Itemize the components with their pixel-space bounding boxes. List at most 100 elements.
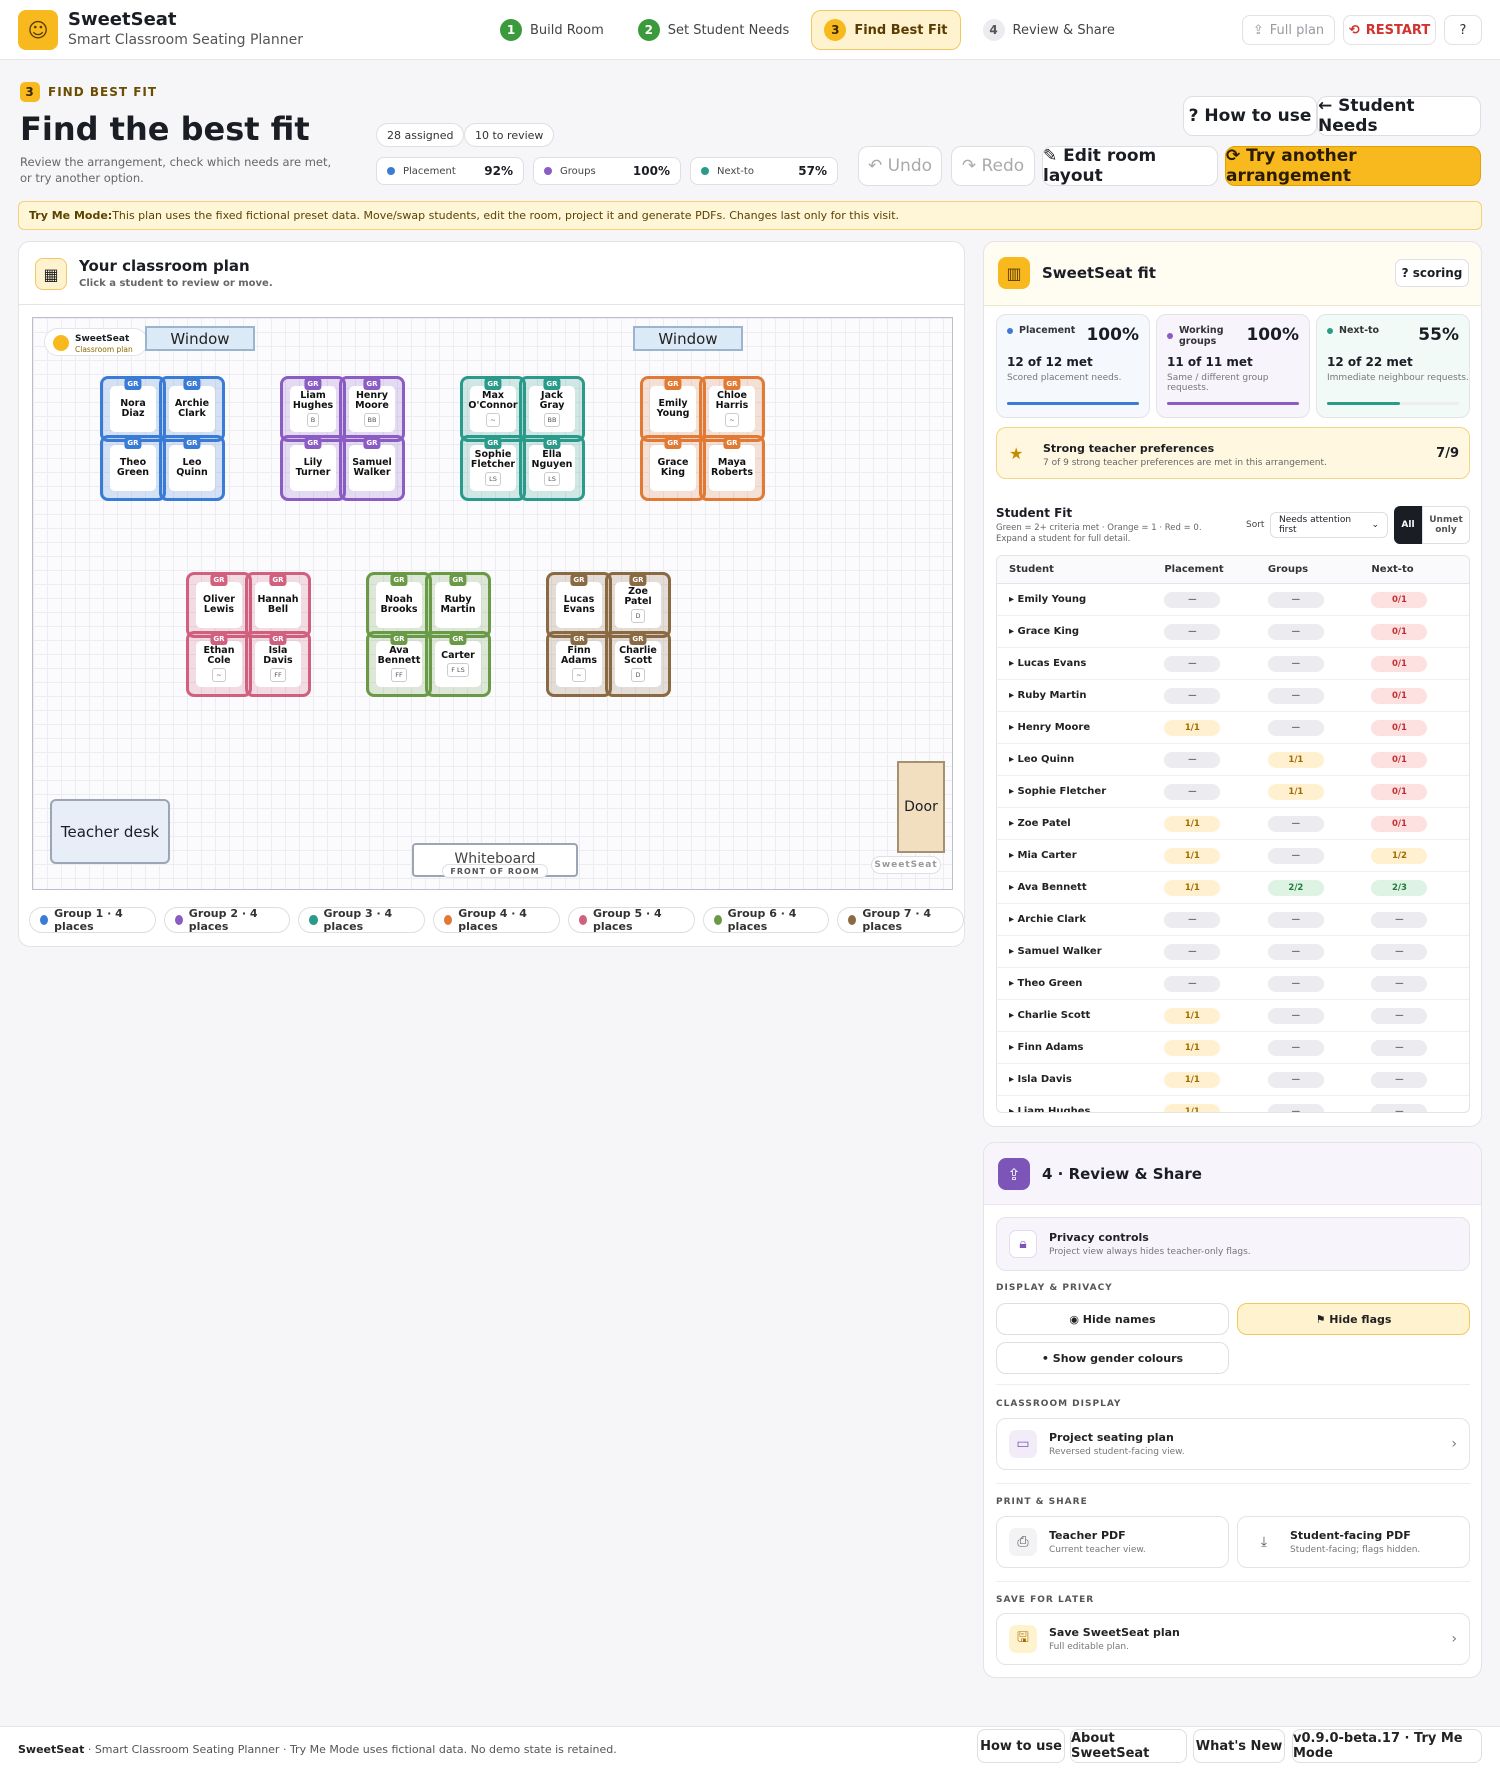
table-row[interactable]: ▸ Ava Bennett 1/1 2/2 2/3 <box>997 872 1469 904</box>
table-row[interactable]: ▸ Sophie Fletcher — 1/1 0/1 <box>997 776 1469 808</box>
student-name: Leo Quinn <box>176 457 208 478</box>
student-desk[interactable]: GR Ethan Cole ~ <box>186 631 252 697</box>
student-desk[interactable]: GR Jack Gray BB <box>519 376 585 442</box>
window-1[interactable]: Window <box>145 326 255 351</box>
hide-names-toggle[interactable]: ◉ Hide names <box>996 1303 1229 1335</box>
table-row[interactable]: ▸ Grace King — — 0/1 <box>997 616 1469 648</box>
share-title: 4 · Review & Share <box>1042 1165 1202 1183</box>
step-2[interactable]: 2 Set Student Needs <box>626 10 802 50</box>
teacher-pdf-button[interactable]: ⎙ Teacher PDF Current teacher view. <box>996 1516 1229 1568</box>
pref-description: 7 of 9 strong teacher preferences are me… <box>1043 458 1327 468</box>
student-desk[interactable]: GR Liam Hughes B <box>280 376 346 442</box>
full-plan-button[interactable]: ⇪ Full plan <box>1242 15 1335 45</box>
gender-colours-toggle[interactable]: • Show gender colours <box>996 1342 1229 1374</box>
legend-group-3[interactable]: Group 3 · 4 places <box>298 907 426 933</box>
door[interactable]: Door <box>897 761 945 853</box>
seat: GR Ella Nguyen LS <box>529 437 575 491</box>
footer-how-to-use-button[interactable]: How to use <box>977 1729 1065 1763</box>
student-pdf-button[interactable]: ⤓ Student-facing PDF Student-facing; fla… <box>1237 1516 1470 1568</box>
student-desk[interactable]: GR Chloe Harris ~ <box>699 376 765 442</box>
filter-all-button[interactable]: All <box>1394 506 1422 544</box>
student-desk[interactable]: GR Lucas Evans <box>546 572 612 638</box>
chevron-right-icon: › <box>1451 1631 1457 1647</box>
student-desk[interactable]: GR Noah Brooks <box>366 572 432 638</box>
table-row[interactable]: ▸ Mia Carter 1/1 — 1/2 <box>997 840 1469 872</box>
step-3[interactable]: 3 Find Best Fit <box>811 10 961 50</box>
legend-group-5[interactable]: Group 5 · 4 places <box>567 907 695 933</box>
sort-select[interactable]: Needs attention first ⌄ <box>1270 512 1388 538</box>
student-desk[interactable]: GR Isla Davis FF <box>245 631 311 697</box>
student-desk[interactable]: GR Charlie Scott D <box>605 631 671 697</box>
sweetseat-fit-card: ▥ SweetSeat fit ? scoring Placement 100% 1… <box>983 241 1482 1127</box>
footer-text: · Smart Classroom Seating Planner · Try … <box>84 1743 617 1756</box>
student-desk[interactable]: GR Ruby Martin <box>425 572 491 638</box>
classroom-grid[interactable]: SweetSeat Classroom plan Window Window T… <box>32 317 953 890</box>
student-desk[interactable]: GR Ella Nguyen LS <box>519 435 585 501</box>
legend-group-6[interactable]: Group 6 · 4 places <box>702 907 830 933</box>
redo-button[interactable]: ↷ Redo <box>951 146 1035 186</box>
table-row[interactable]: ▸ Isla Davis 1/1 — — <box>997 1064 1469 1096</box>
step-1[interactable]: 1 Build Room <box>488 10 616 50</box>
full-plan-label: Full plan <box>1269 22 1325 38</box>
scoring-button[interactable]: ? scoring <box>1395 259 1469 287</box>
footer-version-button[interactable]: v0.9.0-beta.17 · Try Me Mode <box>1292 1729 1482 1763</box>
student-desk[interactable]: GR Emily Young <box>640 376 706 442</box>
table-row[interactable]: ▸ Archie Clark — — — <box>997 904 1469 936</box>
student-desk[interactable]: GR Oliver Lewis <box>186 572 252 638</box>
window-2[interactable]: Window <box>633 326 743 351</box>
teacher-desk[interactable]: Teacher desk <box>50 799 170 864</box>
undo-button[interactable]: ↶ Undo <box>858 146 942 186</box>
table-row[interactable]: ▸ Samuel Walker — — — <box>997 936 1469 968</box>
legend-group-7[interactable]: Group 7 · 4 places <box>837 907 965 933</box>
save-plan-button[interactable]: 🖫︎ Save SweetSeat plan Full editable pla… <box>996 1613 1470 1665</box>
student-desk[interactable]: GR Max O'Connor ~ <box>460 376 526 442</box>
table-row[interactable]: ▸ Finn Adams 1/1 — — <box>997 1032 1469 1064</box>
student-desk[interactable]: GR Sophie Fletcher LS <box>460 435 526 501</box>
groups-cell: — <box>1267 719 1324 736</box>
table-row[interactable]: ▸ Zoe Patel 1/1 — 0/1 <box>997 808 1469 840</box>
save-later-heading: SAVE FOR LATER <box>996 1595 1095 1605</box>
student-name: Samuel Walker <box>352 457 392 478</box>
student-desk[interactable]: GR Lily Turner <box>280 435 346 501</box>
student-desk[interactable]: GR Zoe Patel D <box>605 572 671 638</box>
student-desk[interactable]: GR Hannah Bell <box>245 572 311 638</box>
student-desk[interactable]: GR Finn Adams ~ <box>546 631 612 697</box>
footer-about-button[interactable]: About SweetSeat <box>1070 1729 1187 1763</box>
filter-unmet-button[interactable]: Unmet only <box>1422 506 1470 544</box>
how-to-use-button[interactable]: ? How to use <box>1183 96 1317 136</box>
step-4[interactable]: 4 Review & Share <box>971 10 1127 50</box>
edit-room-layout-button[interactable]: ✎ Edit room layout <box>1042 146 1218 186</box>
table-row[interactable]: ▸ Lucas Evans — — 0/1 <box>997 648 1469 680</box>
help-button[interactable]: ? <box>1444 15 1482 45</box>
student-desk[interactable]: GR Henry Moore BB <box>339 376 405 442</box>
student-desk[interactable]: GR Carter F LS <box>425 631 491 697</box>
student-desk[interactable]: GR Leo Quinn <box>159 435 225 501</box>
student-desk[interactable]: GR Nora Diaz <box>100 376 166 442</box>
table-row[interactable]: ▸ Henry Moore 1/1 — 0/1 <box>997 712 1469 744</box>
try-another-arrangement-button[interactable]: ⟳ Try another arrangement <box>1225 146 1481 186</box>
chevron-right-icon: › <box>1451 1436 1457 1452</box>
table-row[interactable]: ▸ Theo Green — — — <box>997 968 1469 1000</box>
legend-group-2[interactable]: Group 2 · 4 places <box>163 907 291 933</box>
student-desk[interactable]: GR Theo Green <box>100 435 166 501</box>
table-row[interactable]: ▸ Ruby Martin — — 0/1 <box>997 680 1469 712</box>
privacy-description: Project view always hides teacher-only f… <box>1049 1247 1251 1257</box>
project-seating-plan-button[interactable]: ▭ Project seating plan Reversed student-… <box>996 1418 1470 1470</box>
student-name: ▸ Henry Moore <box>1009 722 1091 733</box>
legend-group-4[interactable]: Group 4 · 4 places <box>433 907 560 933</box>
metric-percent: 55% <box>1418 325 1459 345</box>
legend-group-1[interactable]: Group 1 · 4 places <box>29 907 156 933</box>
table-row[interactable]: ▸ Charlie Scott 1/1 — — <box>997 1000 1469 1032</box>
student-desk[interactable]: GR Samuel Walker <box>339 435 405 501</box>
hide-flags-toggle[interactable]: ⚑ Hide flags <box>1237 1303 1470 1335</box>
footer-whats-new-button[interactable]: What's New <box>1193 1729 1285 1763</box>
table-row[interactable]: ▸ Emily Young — — 0/1 <box>997 584 1469 616</box>
restart-button[interactable]: ⟲ RESTART <box>1343 15 1436 45</box>
student-desk[interactable]: GR Ava Bennett FF <box>366 631 432 697</box>
table-row[interactable]: ▸ Liam Hughes 1/1 — — <box>997 1096 1469 1112</box>
table-row[interactable]: ▸ Leo Quinn — 1/1 0/1 <box>997 744 1469 776</box>
student-desk[interactable]: GR Archie Clark <box>159 376 225 442</box>
student-desk[interactable]: GR Maya Roberts <box>699 435 765 501</box>
student-desk[interactable]: GR Grace King <box>640 435 706 501</box>
student-needs-button[interactable]: ← Student Needs <box>1317 96 1481 136</box>
